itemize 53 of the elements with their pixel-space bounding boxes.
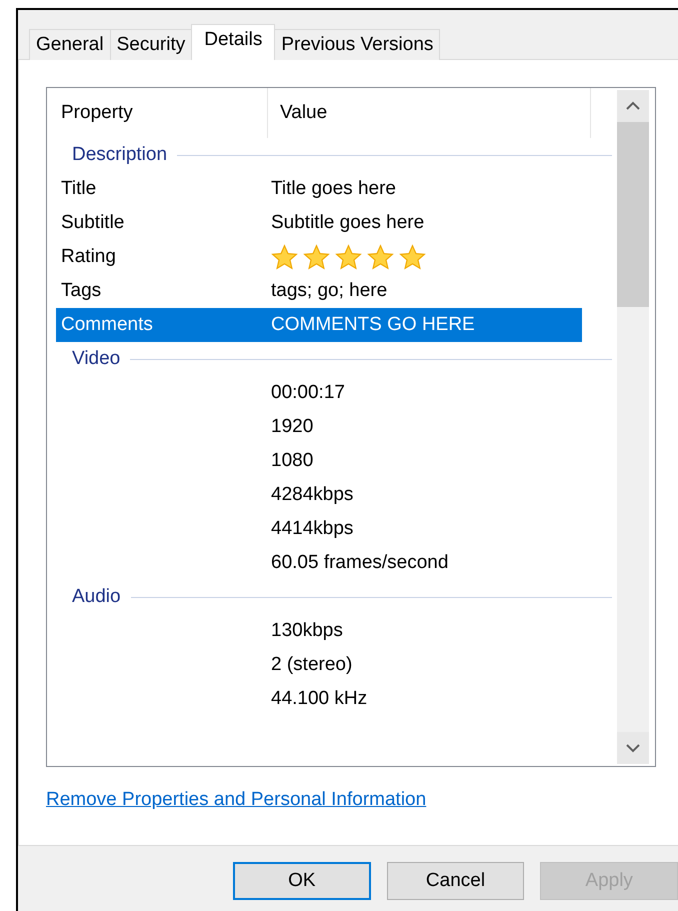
property-value: 1080 (271, 450, 314, 471)
property-name: Comments (61, 314, 153, 335)
list-row[interactable]: Rating (56, 240, 582, 274)
property-value: 1920 (271, 416, 314, 437)
property-name: Title (61, 178, 96, 199)
list-row[interactable]: 00:00:17 (56, 376, 582, 410)
property-value: 44.100 kHz (271, 688, 368, 709)
scroll-up-icon[interactable] (617, 90, 649, 122)
dialog-button[interactable]: Cancel (386, 862, 524, 900)
list-row[interactable]: 2 (stereo) (56, 648, 582, 682)
list-row[interactable]: 1080 (56, 444, 582, 478)
property-value: Subtitle goes here (271, 212, 424, 233)
property-value: COMMENTS GO HERE (271, 314, 475, 335)
list-row[interactable]: Subtitle Subtitle goes here (56, 206, 582, 240)
group-header: Video (72, 348, 122, 370)
property-value: Title goes here (271, 178, 396, 199)
list-row[interactable]: 44.100 kHz (56, 682, 582, 716)
star-icon (399, 244, 426, 270)
list-row[interactable]: Tags tags; go; here (56, 274, 582, 308)
tab[interactable]: Details (191, 24, 276, 60)
star-rating[interactable] (271, 244, 426, 270)
list-row[interactable]: 1920 (56, 410, 582, 444)
property-name: Tags (61, 280, 102, 301)
property-value: 130kbps (271, 620, 343, 641)
star-icon (335, 244, 362, 270)
dialog-button[interactable]: OK (233, 862, 371, 900)
group-header: Description (72, 144, 168, 166)
column-header[interactable]: Value (268, 88, 591, 138)
star-icon (271, 244, 298, 270)
property-value: 00:00:17 (271, 382, 345, 403)
list-row[interactable]: Title Title goes here (56, 172, 582, 206)
property-name: Subtitle (61, 212, 124, 233)
list-row[interactable]: Comments COMMENTS GO HERE (56, 308, 582, 342)
tab[interactable]: Security (110, 29, 192, 60)
scroll-down-icon[interactable] (617, 732, 649, 764)
group-header: Audio (72, 586, 122, 608)
remove-properties-link[interactable]: Remove Properties and Personal Information (46, 789, 426, 811)
tab[interactable]: General (29, 29, 111, 60)
list-row[interactable]: 60.05 frames/second (56, 546, 582, 580)
star-icon (303, 244, 330, 270)
property-value: 4284kbps (271, 484, 354, 505)
tab[interactable]: Previous Versions (274, 29, 440, 60)
property-value: tags; go; here (271, 280, 388, 301)
property-value: 60.05 frames/second (271, 552, 448, 573)
star-icon (367, 244, 394, 270)
column-header[interactable]: Property (56, 88, 268, 138)
list-row[interactable]: 4414kbps (56, 512, 582, 546)
scrollbar-thumb[interactable] (617, 122, 649, 307)
list-row[interactable]: 4284kbps (56, 478, 582, 512)
property-name: Rating (61, 246, 116, 267)
property-value: 4414kbps (271, 518, 354, 539)
property-value: 2 (stereo) (271, 654, 352, 675)
list-row[interactable]: 130kbps (56, 614, 582, 648)
